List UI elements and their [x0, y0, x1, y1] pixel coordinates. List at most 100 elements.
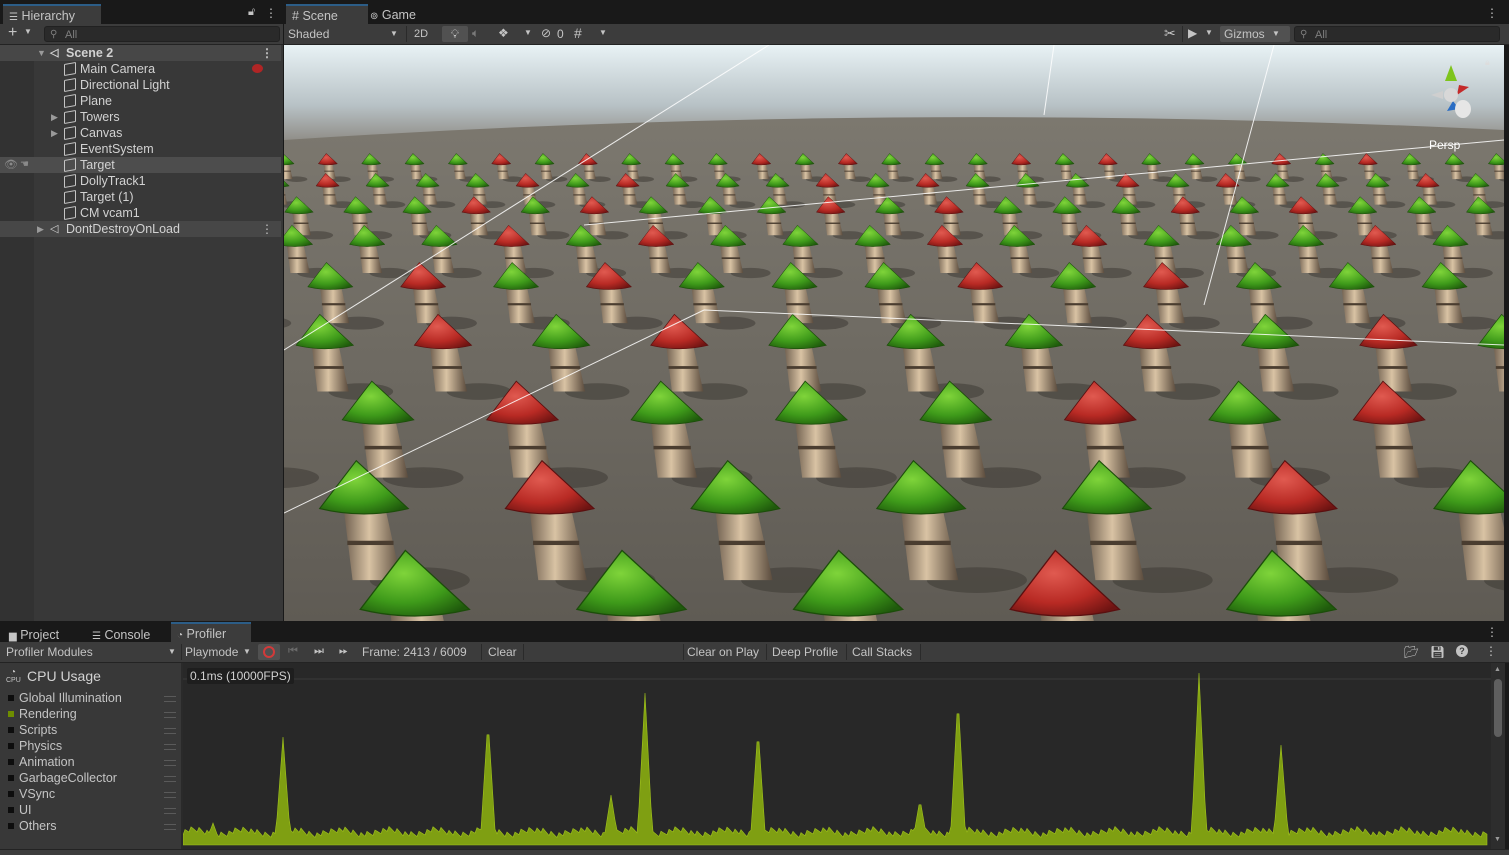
save-icon[interactable]: 💾︎: [1430, 645, 1445, 659]
cpu-chart-area[interactable]: 0.1ms (10000FPS): [183, 663, 1491, 850]
shading-mode-dropdown[interactable]: Shaded ▼: [284, 24, 408, 44]
pickable-hand-icon[interactable]: ☚: [20, 157, 29, 173]
profiler-module-row[interactable]: Physics: [0, 738, 180, 754]
previous-frame-icon[interactable]: ⏮︎: [288, 645, 298, 658]
expand-arrow-icon[interactable]: ▶: [51, 109, 58, 125]
drag-handle-icon[interactable]: [164, 696, 176, 702]
hierarchy-row-eventsystem[interactable]: EventSystem: [0, 141, 281, 157]
profiler-module-row[interactable]: Others: [0, 818, 180, 834]
hierarchy-row-target-1[interactable]: Target (1): [0, 189, 281, 205]
grid-snap-icon[interactable]: #: [574, 25, 582, 41]
profiler-module-row[interactable]: Rendering: [0, 706, 180, 722]
profiler-module-row[interactable]: Animation: [0, 754, 180, 770]
expand-arrow-icon[interactable]: ▶: [51, 125, 58, 141]
scroll-up-icon[interactable]: ▲: [1494, 666, 1501, 673]
hierarchy-row-target[interactable]: 👁︎ ☚ Target: [0, 157, 281, 173]
effects-icon[interactable]: ❖: [498, 26, 509, 40]
module-color-swatch[interactable]: [8, 823, 14, 829]
load-icon[interactable]: 📂︎: [1404, 645, 1419, 659]
audio-icon[interactable]: 🔈︎: [472, 26, 479, 41]
hierarchy-row-towers[interactable]: ▶ Towers: [0, 109, 281, 125]
hierarchy-row-dollytrack1[interactable]: DollyTrack1: [0, 173, 281, 189]
hierarchy-row-label: Plane: [80, 94, 112, 108]
dontdestroy-options-icon[interactable]: ⋮: [261, 221, 273, 237]
drag-handle-icon[interactable]: [164, 712, 176, 718]
module-color-swatch[interactable]: [8, 759, 14, 765]
gizmo-lock-icon[interactable]: 🔒︎: [1485, 57, 1490, 68]
deep-profile-button[interactable]: Deep Profile: [768, 642, 842, 662]
profiler-window-options-icon[interactable]: ⋮: [1486, 625, 1498, 639]
chevron-down-icon[interactable]: ▼: [599, 28, 607, 37]
current-frame-icon[interactable]: ⏩︎: [339, 645, 348, 658]
module-color-swatch[interactable]: [8, 807, 14, 813]
help-icon[interactable]: ?: [1456, 645, 1468, 657]
hierarchy-row-scene[interactable]: ▼ ◁ Scene 2 ⋮: [0, 45, 281, 61]
hidden-eye-icon[interactable]: ⊘: [541, 26, 551, 40]
playmode-dropdown[interactable]: Playmode ▼: [181, 642, 259, 662]
scene-viewport[interactable]: 🔒︎ Persp: [284, 45, 1504, 621]
hierarchy-row-main-camera[interactable]: Main Camera: [0, 61, 281, 77]
module-color-swatch[interactable]: [8, 727, 14, 733]
chevron-down-icon[interactable]: ▼: [524, 28, 532, 37]
record-button[interactable]: [258, 644, 280, 660]
chart-scrollbar[interactable]: ▲ ▼: [1491, 663, 1505, 850]
hierarchy-row-directional-light[interactable]: Directional Light: [0, 77, 281, 93]
profiler-module-row[interactable]: UI: [0, 802, 180, 818]
hierarchy-options-icon[interactable]: ⋮: [265, 6, 277, 20]
hierarchy-row-cm-vcam1[interactable]: CM vcam1: [0, 205, 281, 221]
drag-handle-icon[interactable]: [164, 808, 176, 814]
next-frame-icon[interactable]: ⏭︎: [314, 645, 324, 658]
scroll-down-icon[interactable]: ▼: [1494, 836, 1501, 843]
expand-arrow-icon[interactable]: ▼: [37, 45, 46, 61]
module-color-swatch[interactable]: [8, 743, 14, 749]
module-color-swatch[interactable]: [8, 791, 14, 797]
create-plus-icon[interactable]: +: [8, 24, 17, 42]
expand-arrow-icon[interactable]: ▶: [37, 221, 44, 237]
module-color-swatch[interactable]: [8, 695, 14, 701]
scroll-thumb[interactable]: [1494, 679, 1502, 737]
hierarchy-row-plane[interactable]: Plane: [0, 93, 281, 109]
hierarchy-search-input[interactable]: ⚲ All: [44, 26, 280, 42]
hierarchy-row-canvas[interactable]: ▶ Canvas: [0, 125, 281, 141]
drag-handle-icon[interactable]: [164, 728, 176, 734]
profiler-options-icon[interactable]: ⋮: [1485, 644, 1497, 658]
call-stacks-button[interactable]: Call Stacks: [848, 642, 916, 662]
cpu-usage-header[interactable]: ◔ CPU CPU Usage: [0, 665, 181, 687]
clear-button[interactable]: Clear: [484, 642, 521, 662]
hierarchy-row-dontdestroyonload[interactable]: ▶ ◁ DontDestroyOnLoad ⋮: [0, 221, 281, 237]
tab-hierarchy[interactable]: ☰ Hierarchy: [3, 4, 101, 26]
orientation-gizmo[interactable]: 🔒︎ Persp: [1419, 57, 1499, 152]
toggle-2d-button[interactable]: 2D: [410, 24, 432, 44]
profiler-module-row[interactable]: VSync: [0, 786, 180, 802]
scene-search-input[interactable]: ⚲ All: [1294, 26, 1500, 42]
drag-handle-icon[interactable]: [164, 824, 176, 830]
module-color-swatch[interactable]: [8, 775, 14, 781]
visibility-eye-icon[interactable]: 👁︎: [4, 157, 18, 173]
chevron-down-icon[interactable]: ▼: [24, 27, 32, 36]
chevron-down-icon[interactable]: ▼: [1205, 28, 1213, 37]
gameobject-cube-icon: [64, 93, 76, 109]
profiler-module-row[interactable]: GarbageCollector: [0, 770, 180, 786]
tools-icon[interactable]: ✂: [1164, 25, 1176, 42]
tab-scene[interactable]: # Scene: [286, 4, 368, 26]
drag-handle-icon[interactable]: [164, 792, 176, 798]
tab-game[interactable]: ⊚ Game: [364, 4, 422, 26]
profiler-module-row[interactable]: Global Illumination: [0, 690, 180, 706]
scene-options-icon[interactable]: ⋮: [1486, 6, 1498, 20]
scene-options-icon[interactable]: ⋮: [261, 45, 273, 61]
clear-on-play-button[interactable]: Clear on Play: [683, 642, 763, 662]
lighting-toggle[interactable]: 💡︎: [442, 26, 468, 42]
lock-icon[interactable]: 🔓︎: [248, 6, 255, 19]
tab-profiler[interactable]: ◔ Profiler: [171, 622, 251, 644]
camera-icon[interactable]: ▶: [1188, 26, 1197, 40]
toolbar-separator: [481, 644, 482, 660]
profiler-modules-dropdown[interactable]: Profiler Modules ▼: [2, 642, 184, 662]
drag-handle-icon[interactable]: [164, 744, 176, 750]
drag-handle-icon[interactable]: [164, 776, 176, 782]
projection-label[interactable]: Persp: [1429, 138, 1460, 152]
profiler-module-row[interactable]: Scripts: [0, 722, 180, 738]
module-color-swatch[interactable]: [8, 711, 14, 717]
gizmos-dropdown[interactable]: Gizmos ▼: [1220, 26, 1290, 42]
hierarchy-row-label: Scene 2: [66, 46, 114, 60]
drag-handle-icon[interactable]: [164, 760, 176, 766]
